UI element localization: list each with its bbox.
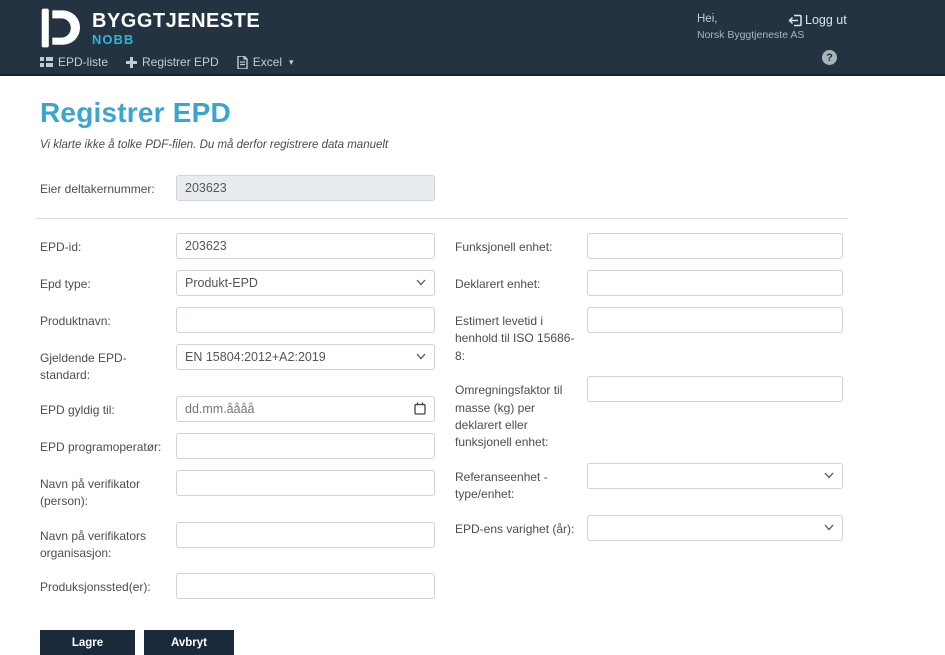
field-label: EPD gyldig til: <box>40 396 176 422</box>
omregningsfaktor-input[interactable] <box>587 376 843 402</box>
plus-icon <box>126 57 137 68</box>
produksjonssted-input[interactable] <box>176 573 435 599</box>
app-header: BYGGTJENESTE NOBB EPD-liste Registrer EP… <box>0 0 945 76</box>
list-icon <box>40 57 53 68</box>
nav-label: EPD-liste <box>58 55 108 69</box>
field-label: Funksjonell enhet: <box>455 233 587 259</box>
date-value[interactable] <box>185 402 414 416</box>
form-row-verifikator-org: Navn på verifikators organisasjon: <box>40 522 435 563</box>
field-label: EPD-id: <box>40 233 176 259</box>
field-label: Estimert levetid i henhold til ISO 15686… <box>455 307 587 365</box>
form-row-verifikator-person: Navn på verifikator (person): <box>40 470 435 511</box>
section-divider <box>36 218 848 219</box>
form-row-epd-id: EPD-id: <box>40 233 435 259</box>
epd-type-select[interactable]: Produkt-EPD <box>176 270 435 296</box>
form-column-left: EPD-id: Epd type: Produkt-EPD Produktnav… <box>40 233 435 610</box>
field-label: Omregningsfaktor til masse (kg) per dekl… <box>455 376 587 452</box>
chevron-down-icon: ▾ <box>289 57 294 68</box>
field-label: Navn på verifikators organisasjon: <box>40 522 176 563</box>
nav-label: Registrer EPD <box>142 55 219 69</box>
main-nav: EPD-liste Registrer EPD Excel ▾ <box>40 55 294 69</box>
form-row-epd-type: Epd type: Produkt-EPD <box>40 270 435 296</box>
form-columns: EPD-id: Epd type: Produkt-EPD Produktnav… <box>40 233 905 610</box>
field-label: Gjeldende EPD-standard: <box>40 344 176 385</box>
form-row-deklarert-enhet: Deklarert enhet: <box>455 270 846 296</box>
epd-gyldig-til-date-input[interactable] <box>176 396 435 422</box>
main-content: Registrer EPD Vi klarte ikke å tolke PDF… <box>0 76 945 655</box>
page-subtitle: Vi klarte ikke å tolke PDF-filen. Du må … <box>40 139 905 151</box>
field-label: EPD programoperatør: <box>40 433 176 459</box>
funksjonell-enhet-input[interactable] <box>587 233 843 259</box>
nav-item-epd-liste[interactable]: EPD-liste <box>40 55 108 69</box>
field-label: Referanseenhet - type/enhet: <box>455 463 587 504</box>
brand-name: BYGGTJENESTE <box>92 11 260 31</box>
varighet-select[interactable] <box>587 515 843 541</box>
brand-logo-block[interactable]: BYGGTJENESTE NOBB <box>40 8 260 48</box>
nav-item-excel[interactable]: Excel ▾ <box>237 55 294 69</box>
form-column-right: Funksjonell enhet: Deklarert enhet: Esti… <box>455 233 846 552</box>
file-icon <box>237 56 248 69</box>
epd-id-input[interactable] <box>176 233 435 259</box>
question-mark-icon: ? <box>826 52 833 64</box>
cancel-button[interactable]: Avbryt <box>144 630 234 655</box>
field-label: EPD-ens varighet (år): <box>455 515 587 541</box>
help-button[interactable]: ? <box>822 50 837 65</box>
form-row-epd-gyldig-til: EPD gyldig til: <box>40 396 435 422</box>
logout-icon <box>788 14 802 27</box>
nav-label: Excel <box>253 55 282 69</box>
page-title: Registrer EPD <box>40 97 905 129</box>
form-row-omregningsfaktor: Omregningsfaktor til masse (kg) per dekl… <box>455 376 846 452</box>
verifikator-person-input[interactable] <box>176 470 435 496</box>
logout-button[interactable]: Logg ut <box>788 13 847 27</box>
form-row-programoperator: EPD programoperatør: <box>40 433 435 459</box>
epd-standard-select[interactable]: EN 15804:2012+A2:2019 <box>176 344 435 370</box>
field-label: Deklarert enhet: <box>455 270 587 296</box>
field-label: Produktnavn: <box>40 307 176 333</box>
owner-label: Eier deltakernummer: <box>40 175 176 201</box>
save-button[interactable]: Lagre <box>40 630 135 655</box>
field-label: Navn på verifikator (person): <box>40 470 176 511</box>
calendar-icon[interactable] <box>414 402 426 415</box>
form-row-produktnavn: Produktnavn: <box>40 307 435 333</box>
form-row-varighet: EPD-ens varighet (år): <box>455 515 846 541</box>
eier-deltakernummer-input <box>176 175 435 201</box>
programoperator-input[interactable] <box>176 433 435 459</box>
verifikator-org-input[interactable] <box>176 522 435 548</box>
nav-item-registrer-epd[interactable]: Registrer EPD <box>126 55 219 69</box>
referanseenhet-select[interactable] <box>587 463 843 489</box>
byggtjeneste-logo-icon <box>40 8 84 48</box>
estimert-levetid-input[interactable] <box>587 307 843 333</box>
form-row-estimert-levetid: Estimert levetid i henhold til ISO 15686… <box>455 307 846 365</box>
produktnavn-input[interactable] <box>176 307 435 333</box>
field-label: Produksjonssted(er): <box>40 573 176 599</box>
field-label: Epd type: <box>40 270 176 296</box>
form-row-funksjonell-enhet: Funksjonell enhet: <box>455 233 846 259</box>
form-row-referanseenhet: Referanseenhet - type/enhet: <box>455 463 846 504</box>
form-row-produksjonssted: Produksjonssted(er): <box>40 573 435 599</box>
logout-label: Logg ut <box>805 13 847 27</box>
form-row-epd-standard: Gjeldende EPD-standard: EN 15804:2012+A2… <box>40 344 435 385</box>
brand-subname: NOBB <box>92 33 260 46</box>
user-company: Norsk Byggtjeneste AS <box>697 28 804 42</box>
button-row: Lagre Avbryt <box>40 630 905 655</box>
owner-row: Eier deltakernummer: <box>40 175 905 201</box>
deklarert-enhet-input[interactable] <box>587 270 843 296</box>
